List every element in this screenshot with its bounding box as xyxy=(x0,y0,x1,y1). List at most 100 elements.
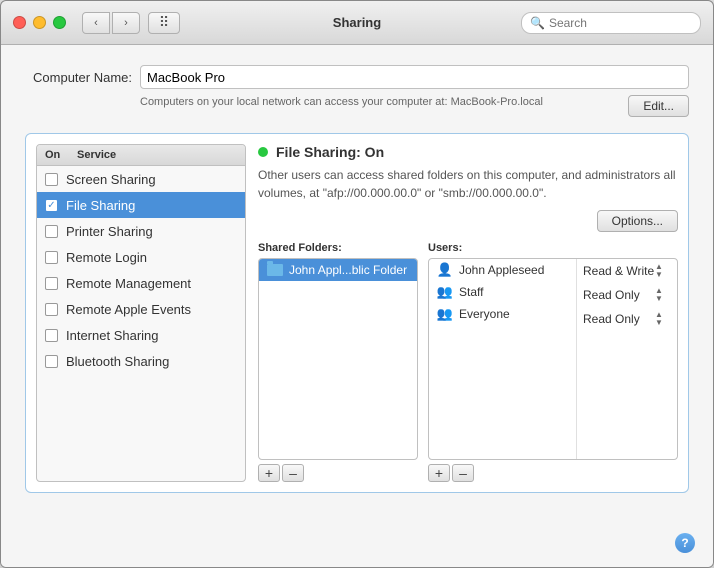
user-item-staff[interactable]: 👥 Staff xyxy=(429,281,576,303)
shared-folders-list[interactable]: John Appl...blic Folder xyxy=(258,258,418,460)
remote-apple-events-label: Remote Apple Events xyxy=(66,302,191,317)
minimize-button[interactable] xyxy=(33,16,46,29)
perm-item-everyone: Read Only ▲ ▼ xyxy=(577,307,677,331)
grid-icon: ⠿ xyxy=(159,14,169,31)
folder-add-button[interactable]: + xyxy=(258,464,280,482)
bottom-panel: On Service Screen Sharing ✓ File Sharing… xyxy=(25,133,689,493)
options-button[interactable]: Options... xyxy=(597,210,678,232)
perm-stepper-staff[interactable]: ▲ ▼ xyxy=(655,287,671,303)
status-description: Other users can access shared folders on… xyxy=(258,166,678,202)
user-icon-staff: 👥 xyxy=(437,285,453,299)
user-remove-button[interactable]: – xyxy=(452,464,474,482)
perm-down-staff[interactable]: ▼ xyxy=(655,295,671,303)
service-item-remote-management[interactable]: Remote Management xyxy=(37,270,245,296)
service-item-bluetooth-sharing[interactable]: Bluetooth Sharing xyxy=(37,348,245,374)
right-panel: File Sharing: On Other users can access … xyxy=(258,144,678,482)
edit-button[interactable]: Edit... xyxy=(628,95,689,117)
users-permissions-box: 👤 John Appleseed 👥 Staff 👥 Everyone xyxy=(428,258,678,460)
remote-login-label: Remote Login xyxy=(66,250,147,265)
folders-section: Shared Folders: John Appl...blic Folder … xyxy=(258,242,418,482)
back-button[interactable]: ‹ xyxy=(82,12,110,34)
forward-icon: › xyxy=(124,17,128,29)
service-list-header: On Service xyxy=(37,145,245,166)
remote-apple-events-checkbox[interactable] xyxy=(45,303,58,316)
user-name-everyone: Everyone xyxy=(459,307,568,321)
perm-stepper-john[interactable]: ▲ ▼ xyxy=(655,263,671,279)
computer-name-input[interactable] xyxy=(140,65,689,89)
user-name-staff: Staff xyxy=(459,285,568,299)
perm-down-john[interactable]: ▼ xyxy=(655,271,671,279)
bluetooth-sharing-checkbox[interactable] xyxy=(45,355,58,368)
user-add-remove: + – xyxy=(428,464,678,482)
titlebar: ‹ › ⠿ Sharing 🔍 xyxy=(1,1,713,45)
permissions-list: Read & Write ▲ ▼ Read Only ▲ xyxy=(577,259,677,459)
user-add-button[interactable]: + xyxy=(428,464,450,482)
screen-sharing-checkbox[interactable] xyxy=(45,173,58,186)
user-icon-john: 👤 xyxy=(437,263,453,277)
user-item-everyone[interactable]: 👥 Everyone xyxy=(429,303,576,325)
file-sharing-label: File Sharing xyxy=(66,198,135,213)
users-section: Users: 👤 John Appleseed 👥 Staff xyxy=(428,242,678,482)
internet-sharing-checkbox[interactable] xyxy=(45,329,58,342)
computer-name-subtext: Computers on your local network can acce… xyxy=(140,95,618,110)
remote-login-checkbox[interactable] xyxy=(45,251,58,264)
folder-name: John Appl...blic Folder xyxy=(289,263,407,277)
perm-staff: Read Only xyxy=(583,288,655,302)
printer-sharing-label: Printer Sharing xyxy=(66,224,153,239)
back-icon: ‹ xyxy=(94,17,98,29)
status-title: File Sharing: On xyxy=(276,144,384,160)
service-item-remote-login[interactable]: Remote Login xyxy=(37,244,245,270)
nav-arrows: ‹ › xyxy=(82,12,140,34)
maximize-button[interactable] xyxy=(53,16,66,29)
service-header-on: On xyxy=(45,149,77,161)
window-controls xyxy=(13,16,66,29)
main-content: Computer Name: Computers on your local n… xyxy=(1,45,713,568)
service-item-remote-apple-events[interactable]: Remote Apple Events xyxy=(37,296,245,322)
user-item-john[interactable]: 👤 John Appleseed xyxy=(429,259,576,281)
bluetooth-sharing-label: Bluetooth Sharing xyxy=(66,354,169,369)
perm-john: Read & Write xyxy=(583,264,655,278)
close-button[interactable] xyxy=(13,16,26,29)
shared-folders-label: Shared Folders: xyxy=(258,242,418,254)
forward-button[interactable]: › xyxy=(112,12,140,34)
service-header-label: Service xyxy=(77,149,116,161)
status-row: File Sharing: On xyxy=(258,144,678,160)
service-item-screen-sharing[interactable]: Screen Sharing xyxy=(37,166,245,192)
perm-stepper-everyone[interactable]: ▲ ▼ xyxy=(655,311,671,327)
options-row: Options... xyxy=(258,210,678,232)
folders-users-row: Shared Folders: John Appl...blic Folder … xyxy=(258,242,678,482)
perm-down-everyone[interactable]: ▼ xyxy=(655,319,671,327)
service-item-internet-sharing[interactable]: Internet Sharing xyxy=(37,322,245,348)
remote-management-label: Remote Management xyxy=(66,276,191,291)
window-title: Sharing xyxy=(333,15,381,30)
internet-sharing-label: Internet Sharing xyxy=(66,328,159,343)
perm-everyone: Read Only xyxy=(583,312,655,326)
help-button[interactable]: ? xyxy=(675,533,695,553)
screen-sharing-label: Screen Sharing xyxy=(66,172,156,187)
search-icon: 🔍 xyxy=(530,16,545,30)
search-box[interactable]: 🔍 xyxy=(521,12,701,34)
perm-item-john: Read & Write ▲ ▼ xyxy=(577,259,677,283)
service-item-file-sharing[interactable]: ✓ File Sharing xyxy=(37,192,245,218)
users-label: Users: xyxy=(428,242,678,254)
folder-icon xyxy=(267,264,283,276)
perm-item-staff: Read Only ▲ ▼ xyxy=(577,283,677,307)
user-name-john: John Appleseed xyxy=(459,263,568,277)
question-icon: ? xyxy=(681,536,688,550)
remote-management-checkbox[interactable] xyxy=(45,277,58,290)
computer-name-sub: Computers on your local network can acce… xyxy=(25,95,689,117)
folder-remove-button[interactable]: – xyxy=(282,464,304,482)
grid-button[interactable]: ⠿ xyxy=(148,12,180,34)
printer-sharing-checkbox[interactable] xyxy=(45,225,58,238)
status-dot-green xyxy=(258,147,268,157)
computer-name-row: Computer Name: xyxy=(25,65,689,89)
service-item-printer-sharing[interactable]: Printer Sharing xyxy=(37,218,245,244)
folder-item[interactable]: John Appl...blic Folder xyxy=(259,259,417,281)
folder-add-remove: + – xyxy=(258,464,418,482)
user-icon-everyone: 👥 xyxy=(437,307,453,321)
search-input[interactable] xyxy=(549,16,692,30)
users-list: 👤 John Appleseed 👥 Staff 👥 Everyone xyxy=(429,259,577,459)
service-list: On Service Screen Sharing ✓ File Sharing… xyxy=(36,144,246,482)
file-sharing-checkbox[interactable]: ✓ xyxy=(45,199,58,212)
computer-name-label: Computer Name: xyxy=(25,70,140,85)
